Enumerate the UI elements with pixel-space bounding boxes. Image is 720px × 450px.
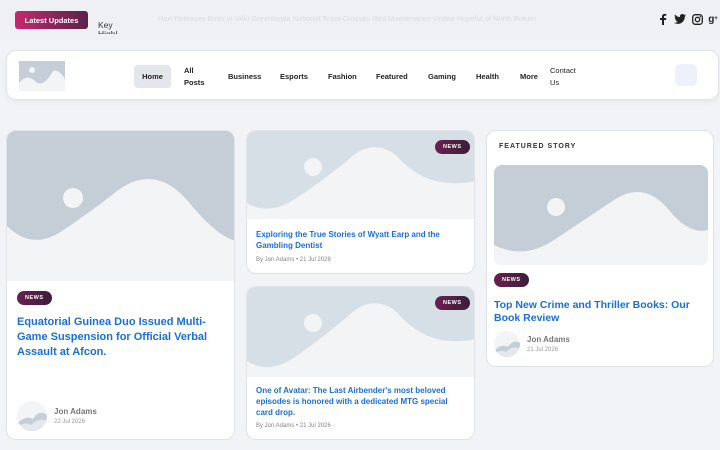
latest-updates-button[interactable]: Latest Updates (15, 11, 88, 29)
post-card-large[interactable]: NEWS Equatorial Guinea Duo Issued Multi-… (6, 130, 235, 440)
author-name[interactable]: Jon Adams (54, 407, 97, 416)
category-badge[interactable]: NEWS (435, 140, 470, 154)
post-card[interactable]: NEWS One of Avatar: The Last Airbender's… (246, 286, 475, 440)
author-avatar (17, 401, 47, 431)
news-ticker[interactable]: Hart Releases Birds in Wild Greenlanda N… (158, 14, 536, 23)
post-date: 21 Jul 2026 (527, 347, 559, 353)
category-badge[interactable]: NEWS (494, 273, 529, 287)
nav-featured[interactable]: Featured (376, 65, 408, 88)
post-date: 22 Jul 2026 (54, 419, 86, 425)
post-meta: By Jon Adams • 21 Jul 2026 (256, 423, 331, 429)
featured-image-placeholder[interactable] (494, 165, 708, 265)
twitter-icon[interactable] (673, 12, 687, 26)
site-header: Home All Posts Business Esports Fashion … (6, 50, 719, 100)
category-badge[interactable]: NEWS (435, 296, 470, 310)
author-name[interactable]: Jon Adams (527, 335, 570, 344)
nav-all-posts[interactable]: All Posts (184, 65, 210, 88)
key-highlights-label: Key Highlights (98, 21, 118, 34)
post-meta: By Jon Adams • 21 Jul 2026 (256, 257, 331, 263)
nav-more[interactable]: More (520, 65, 538, 88)
nav-business[interactable]: Business (228, 65, 261, 88)
post-card[interactable]: NEWS Exploring the True Stories of Wyatt… (246, 130, 475, 274)
post-title[interactable]: Exploring the True Stories of Wyatt Earp… (256, 229, 456, 251)
nav-home[interactable]: Home (134, 65, 171, 88)
search-button[interactable] (675, 64, 697, 86)
featured-title[interactable]: Top New Crime and Thriller Books: Our Bo… (494, 299, 708, 325)
featured-story-heading: FEATURED STORY (499, 143, 577, 150)
nav-contact-us[interactable]: Contact Us (550, 65, 580, 88)
post-title[interactable]: One of Avatar: The Last Airbender's most… (256, 385, 466, 418)
nav-health[interactable]: Health (476, 65, 499, 88)
google-plus-icon[interactable]: g + (706, 12, 720, 26)
nav-esports[interactable]: Esports (280, 65, 308, 88)
post-image-placeholder[interactable] (7, 131, 235, 281)
facebook-icon[interactable] (656, 12, 670, 26)
instagram-icon[interactable] (690, 12, 704, 26)
featured-story-card[interactable]: FEATURED STORY NEWS Top New Crime and Th… (486, 130, 714, 367)
nav-gaming[interactable]: Gaming (428, 65, 456, 88)
top-bar: Latest Updates Key Highlights Hart Relea… (0, 0, 720, 40)
nav-fashion[interactable]: Fashion (328, 65, 357, 88)
category-badge[interactable]: NEWS (17, 291, 52, 305)
site-logo[interactable] (19, 61, 65, 91)
author-avatar (494, 331, 520, 357)
post-title[interactable]: Equatorial Guinea Duo Issued Multi-Game … (17, 315, 217, 360)
